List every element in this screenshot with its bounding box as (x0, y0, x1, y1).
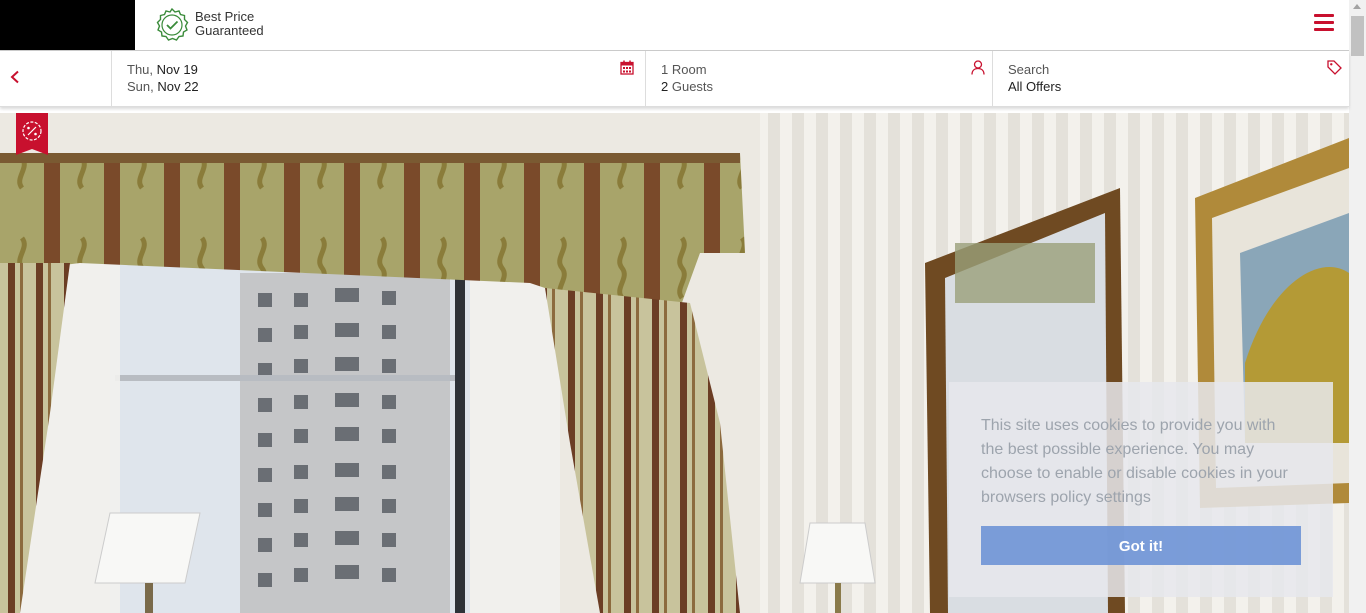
badge-line1: Best Price (195, 9, 255, 24)
offer-ribbon-icon[interactable] (16, 113, 48, 155)
guests-count: 2 (661, 79, 669, 94)
got-it-button[interactable]: Got it! (981, 526, 1301, 565)
scroll-up-icon[interactable] (1353, 4, 1361, 9)
tag-icon (1327, 60, 1342, 75)
checkout: Sun, Nov 22 (127, 78, 199, 95)
guests: 2 Guests (661, 78, 713, 95)
page-scrollbar[interactable] (1349, 0, 1366, 613)
checkout-date: Nov 22 (157, 79, 199, 94)
offers-value-wrap: All Offers (1008, 78, 1061, 95)
top-header: Best Price Guaranteed (0, 0, 1349, 51)
back-button[interactable] (0, 51, 112, 106)
chevron-left-icon (10, 70, 19, 84)
cookie-message: This site uses cookies to provide you wi… (981, 417, 1288, 506)
rooms-count: 1 (661, 62, 669, 77)
offers-selector[interactable]: Search All Offers (993, 51, 1349, 106)
guests-label: Guests (671, 79, 714, 94)
hotel-logo[interactable] (0, 0, 135, 50)
offers-label: Search (1008, 62, 1050, 77)
guests-selector[interactable]: 1 Room 2 Guests (646, 51, 993, 106)
offers-value: All Offers (1008, 79, 1062, 94)
checkin-date: Nov 19 (156, 62, 198, 77)
rooms-label: Room (671, 62, 707, 77)
search-bar: Thu, Nov 19 Sun, Nov 22 1 Room 2 Guests (0, 51, 1349, 107)
calendar-icon (620, 60, 634, 75)
rooms: 1 Room (661, 61, 707, 78)
date-selector[interactable]: Thu, Nov 19 Sun, Nov 22 (112, 51, 646, 106)
best-price-badge-icon (156, 7, 189, 41)
checkin: Thu, Nov 19 (127, 61, 198, 78)
badge-line2: Guaranteed (195, 23, 264, 38)
checkout-day: Sun, (127, 79, 154, 94)
hamburger-icon[interactable] (1314, 14, 1334, 36)
best-price-guaranteed: Best Price Guaranteed (195, 10, 264, 38)
cookie-banner: This site uses cookies to provide you wi… (949, 382, 1333, 597)
scroll-thumb[interactable] (1351, 16, 1364, 56)
checkin-day: Thu, (127, 62, 154, 77)
user-icon (971, 60, 985, 75)
